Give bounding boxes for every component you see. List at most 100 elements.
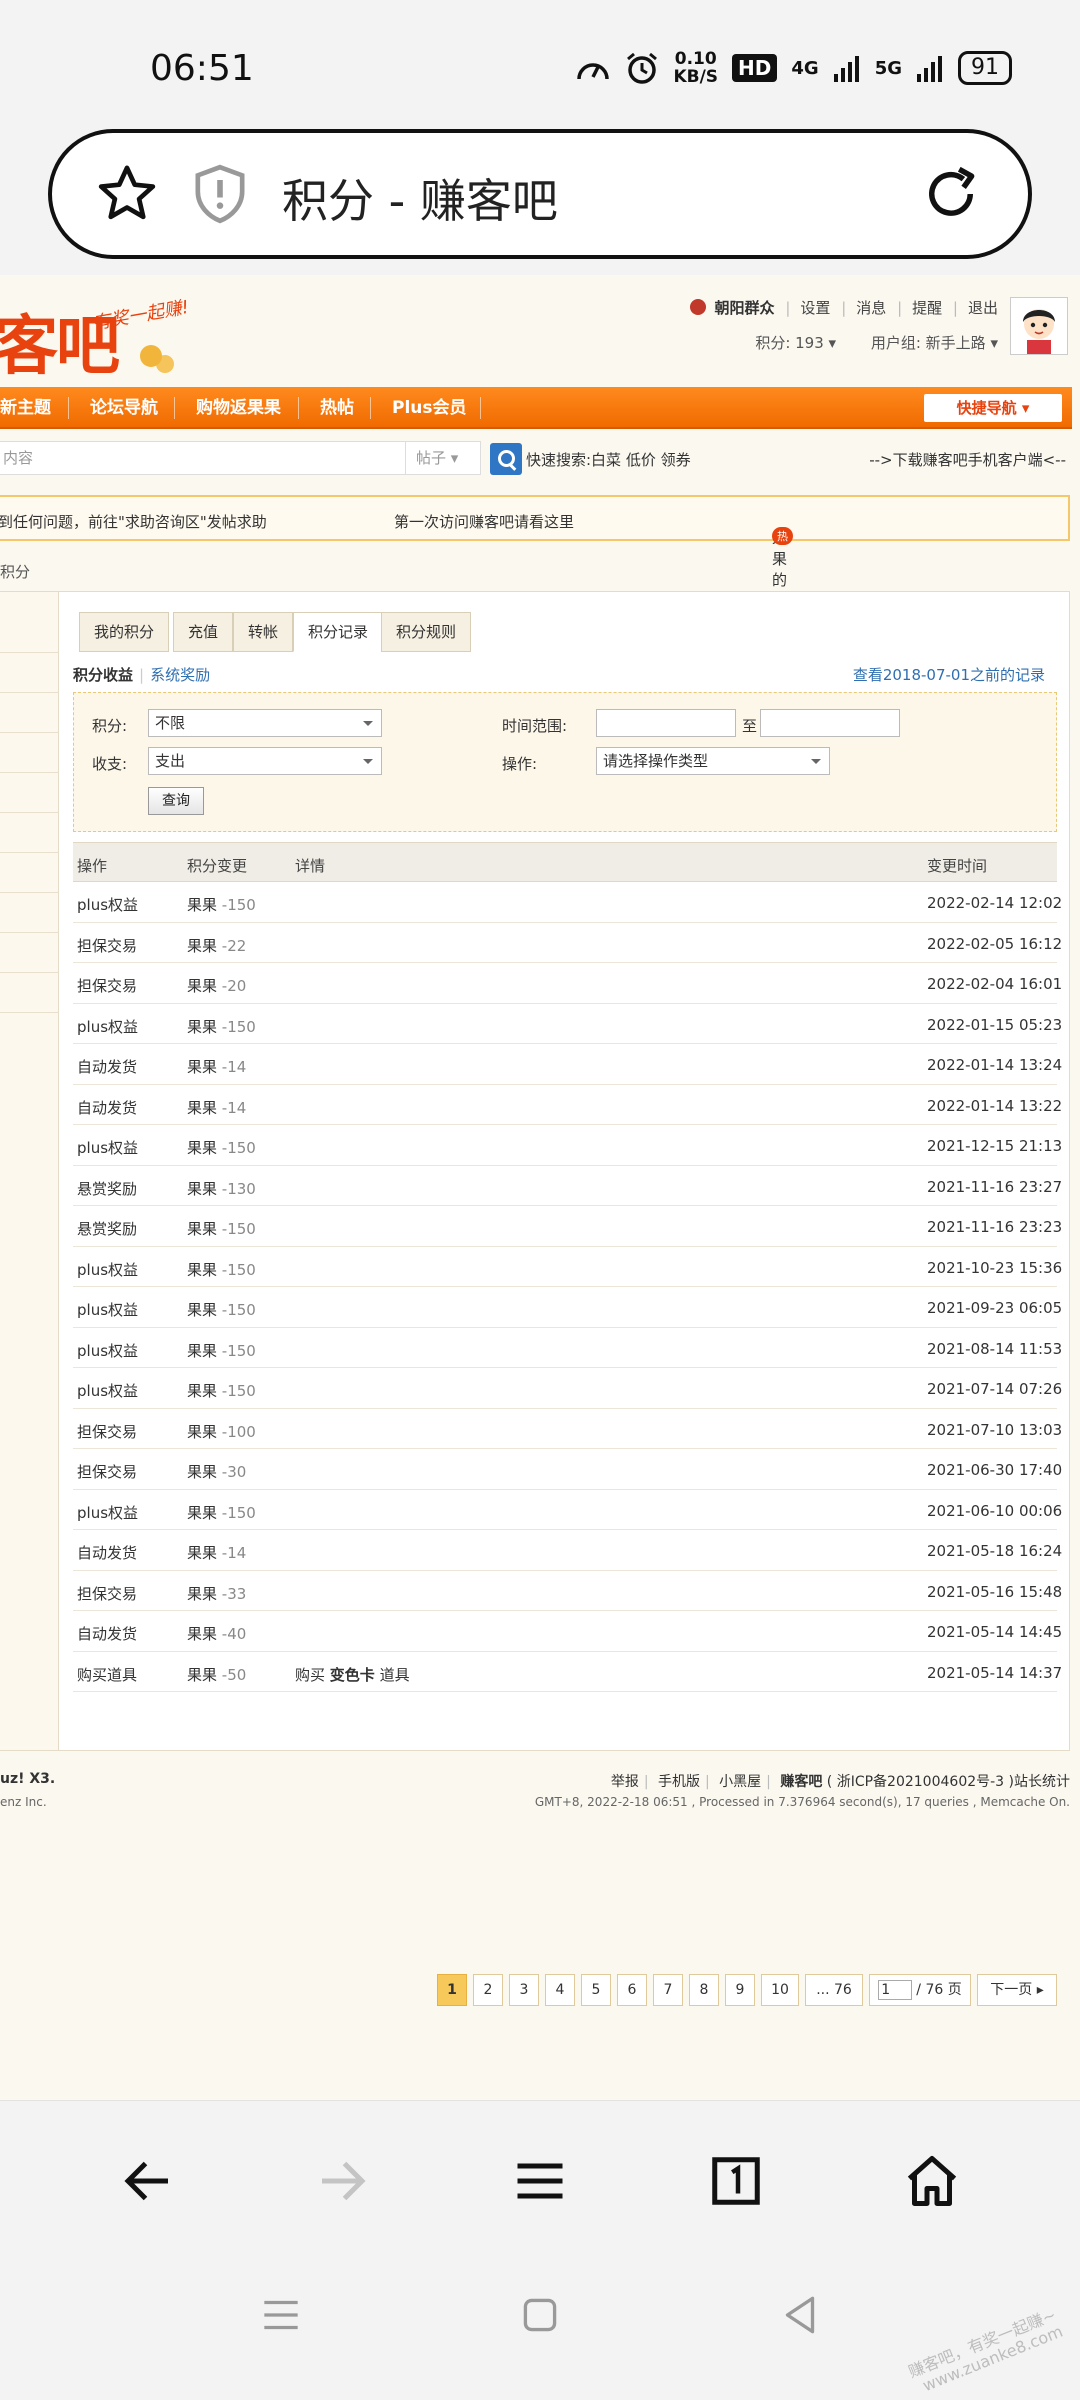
menu-icon[interactable] [510, 2151, 570, 2211]
download-app-link[interactable]: -->下载赚客吧手机客户端<-- [869, 449, 1066, 470]
tab-credit-rules[interactable]: 积分规则 [381, 612, 472, 652]
notice-help-link[interactable]: 到任何问题，前往"求助咨询区"发帖求助 [0, 511, 267, 532]
start-date-input[interactable] [596, 709, 736, 737]
signal-icon [833, 56, 859, 82]
query-button[interactable]: 查询 [148, 787, 204, 815]
page-2[interactable]: 2 [473, 1974, 503, 2006]
row-time: 2021-12-15 21:13 [927, 1137, 1063, 1155]
system-home-icon[interactable] [515, 2290, 565, 2340]
page-jump: 1/ 76 页 [869, 1974, 971, 2006]
username-link[interactable]: 朝阳群众 [715, 299, 775, 317]
star-icon[interactable] [94, 161, 160, 227]
logout-link[interactable]: 退出 [968, 299, 998, 317]
sidebar [0, 592, 59, 1750]
row-change-value: -50 [221, 1665, 247, 1684]
home-icon[interactable] [902, 2151, 962, 2211]
mobile-link[interactable]: 手机版 [658, 1774, 700, 1790]
footer-links: 举报 | 手机版 | 小黑屋 | 赚客吧 ( 浙ICP备2021004602号-3 )… [610, 1774, 1070, 1790]
nav-forum-guide[interactable]: 论坛导航 [90, 387, 158, 429]
next-page-button[interactable]: 下一页 ▸ [977, 1974, 1057, 2006]
search-row: 内容 帖子 ▾ 快速搜索:白菜 低价 领券 -->下载赚客吧手机客户端<-- [0, 435, 1080, 483]
notice-first-visit-link[interactable]: 第一次访问赚客吧请看这里 [394, 511, 574, 532]
row-operation: plus权益 [77, 1017, 139, 1036]
tab-recharge[interactable]: 充值 [173, 612, 234, 652]
blackroom-link[interactable]: 小黑屋 [719, 1774, 761, 1790]
time-range-label: 时间范围: [502, 717, 568, 735]
row-change: 果果 -22 [187, 935, 246, 956]
row-operation: plus权益 [77, 1260, 139, 1279]
page-9[interactable]: 9 [725, 1974, 755, 2006]
quick-search-links[interactable]: 快速搜索:白菜 低价 领券 [526, 449, 691, 470]
tabs-icon[interactable] [706, 2151, 766, 2211]
report-link[interactable]: 举报 [611, 1774, 639, 1790]
tab-my-credits[interactable]: 我的积分 [79, 612, 170, 652]
system-back-icon[interactable] [775, 2290, 825, 2340]
points-menu[interactable]: 积分: 193 ▾ [755, 334, 836, 352]
battery-icon: 91 [958, 51, 1012, 85]
row-detail: 购买 变色卡 道具 [295, 1664, 410, 1685]
forward-icon[interactable] [312, 2151, 372, 2211]
row-time: 2022-01-14 13:22 [927, 1096, 1063, 1115]
row-unit: 果果 [187, 1017, 218, 1036]
old-records-link[interactable]: 查看2018-07-01之前的记录 [853, 664, 1045, 685]
page-10[interactable]: 10 [761, 1974, 799, 2006]
nav-new-topics[interactable]: 新主题 [0, 387, 51, 429]
nav-shopping-rebate[interactable]: 购物返果果 [196, 387, 281, 429]
page-8[interactable]: 8 [689, 1974, 719, 2006]
reload-icon[interactable] [918, 161, 984, 227]
back-icon[interactable] [118, 2151, 178, 2211]
row-unit: 果果 [187, 1503, 218, 1522]
page-1[interactable]: 1 [437, 1974, 467, 2006]
messages-link[interactable]: 消息 [856, 299, 886, 317]
breadcrumb[interactable]: 积分 [0, 561, 30, 582]
row-time: 2021-05-18 16:24 [927, 1542, 1063, 1560]
nav-hot-posts[interactable]: 热帖 [320, 387, 354, 429]
credit-type-select[interactable]: 不限 [148, 709, 382, 737]
alarm-icon [627, 52, 658, 84]
row-operation: 自动发货 [77, 1098, 138, 1117]
tab-transfer[interactable]: 转帐 [233, 612, 294, 652]
recents-icon[interactable] [256, 2290, 306, 2340]
search-type-select[interactable]: 帖子 ▾ [405, 441, 481, 475]
inout-select[interactable]: 支出 [148, 747, 382, 775]
page-5[interactable]: 5 [581, 1974, 611, 2006]
row-unit: 果果 [187, 1422, 218, 1441]
usergroup-menu[interactable]: 用户组: 新手上路 ▾ [871, 334, 998, 352]
search-input[interactable]: 内容 [0, 441, 406, 475]
settings-link[interactable]: 设置 [800, 299, 830, 317]
tab-credit-log[interactable]: 积分记录 [293, 612, 384, 652]
subtab-system-rewards[interactable]: 系统奖励 [150, 666, 210, 684]
search-icon[interactable] [490, 443, 522, 475]
icp-link[interactable]: ( 浙ICP备2021004602号-3 ) [827, 1774, 1014, 1790]
hot-badge: 热 [772, 527, 793, 545]
page-4[interactable]: 4 [545, 1974, 575, 2006]
stats-link[interactable]: 站长统计 [1014, 1774, 1070, 1790]
page-jump-input[interactable]: 1 [878, 1980, 913, 2000]
row-change: 果果 -150 [187, 894, 256, 915]
nav-plus-member[interactable]: Plus会员 [392, 387, 467, 429]
row-time: 2021-10-23 15:36 [927, 1258, 1063, 1277]
row-change-value: -14 [221, 1544, 247, 1562]
subtab-income[interactable]: 积分收益 [73, 666, 133, 684]
page-3[interactable]: 3 [509, 1974, 539, 2006]
row-operation: 自动发货 [77, 1625, 138, 1643]
row-unit: 果果 [187, 1301, 218, 1319]
site-name-link[interactable]: 赚客吧 [780, 1774, 822, 1790]
shield-warning-icon[interactable] [192, 163, 248, 225]
page-6[interactable]: 6 [617, 1974, 647, 2006]
end-date-input[interactable] [760, 709, 900, 737]
reminders-link[interactable]: 提醒 [912, 299, 942, 317]
network-5g-icon: 5G [874, 57, 902, 79]
avatar[interactable] [1010, 297, 1068, 355]
row-change-value: -150 [221, 1382, 256, 1400]
row-change-value: -130 [221, 1179, 256, 1198]
row-detail-item[interactable]: 变色卡 [330, 1666, 375, 1684]
row-change: 果果 -130 [187, 1178, 256, 1199]
page-last[interactable]: ... 76 [805, 1974, 863, 2006]
quick-nav-button[interactable]: 快捷导航 ▾ [924, 394, 1062, 422]
row-time: 2021-06-10 00:06 [927, 1501, 1063, 1520]
operation-select[interactable]: 请选择操作类型 [596, 747, 830, 775]
row-time: 2021-11-16 23:23 [927, 1218, 1063, 1236]
page-7[interactable]: 7 [653, 1974, 683, 2006]
address-bar[interactable]: 积分 - 赚客吧 [48, 129, 1032, 259]
